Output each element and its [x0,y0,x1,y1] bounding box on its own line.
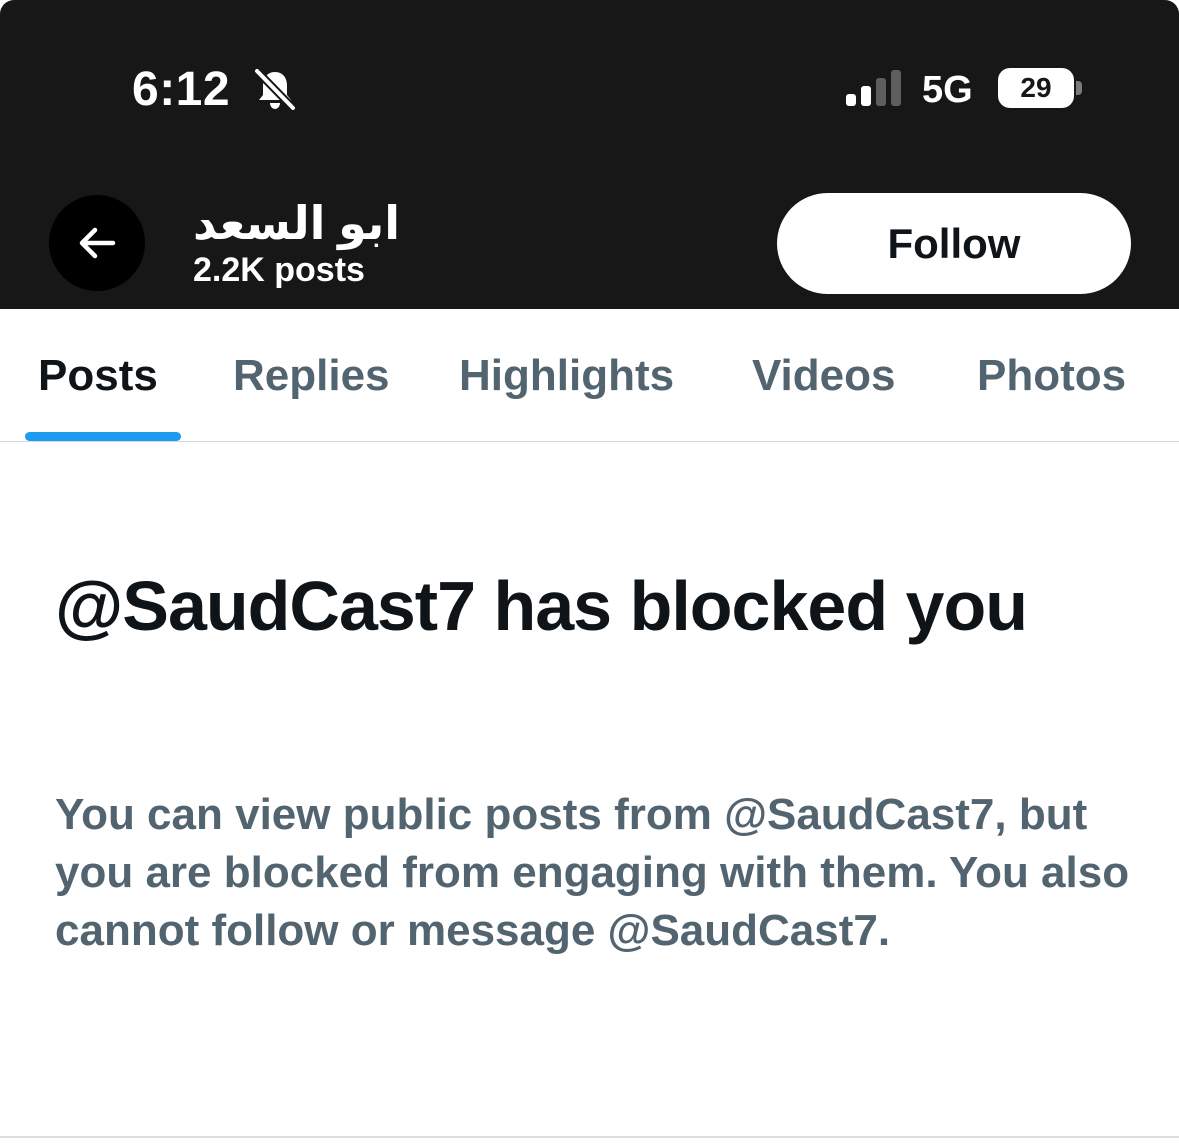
tab-posts[interactable]: Posts [38,349,158,403]
battery-tip [1076,81,1082,95]
battery-level: 29 [1020,72,1052,103]
tab-replies[interactable]: Replies [233,349,390,403]
follow-button[interactable]: Follow [777,193,1131,294]
tab-photos[interactable]: Photos [977,349,1126,403]
profile-tabs: Posts Replies Highlights Videos Photos [0,309,1179,442]
bell-off-icon [254,68,296,111]
back-button[interactable] [49,195,145,291]
network-label: 5G [922,69,973,111]
battery-icon: 29 [998,68,1084,108]
profile-name: ابو السعد [193,197,401,249]
profile-header: 6:12 5G 29 ابو السعد 2.2K posts Follow [0,0,1179,309]
profile-page: 6:12 5G 29 ابو السعد 2.2K posts Follow P… [0,0,1179,1147]
blocked-description: You can view public posts from @SaudCast… [55,790,1130,955]
status-time: 6:12 [132,63,231,116]
arrow-left-icon [79,227,116,259]
tab-highlights[interactable]: Highlights [459,349,674,403]
active-tab-indicator [25,432,181,441]
post-count: 2.2K posts [193,251,365,289]
bottom-divider [0,1136,1179,1138]
tab-videos[interactable]: Videos [752,349,895,403]
blocked-title: @SaudCast7 has blocked you [55,567,1028,645]
signal-bars-icon [846,70,901,106]
